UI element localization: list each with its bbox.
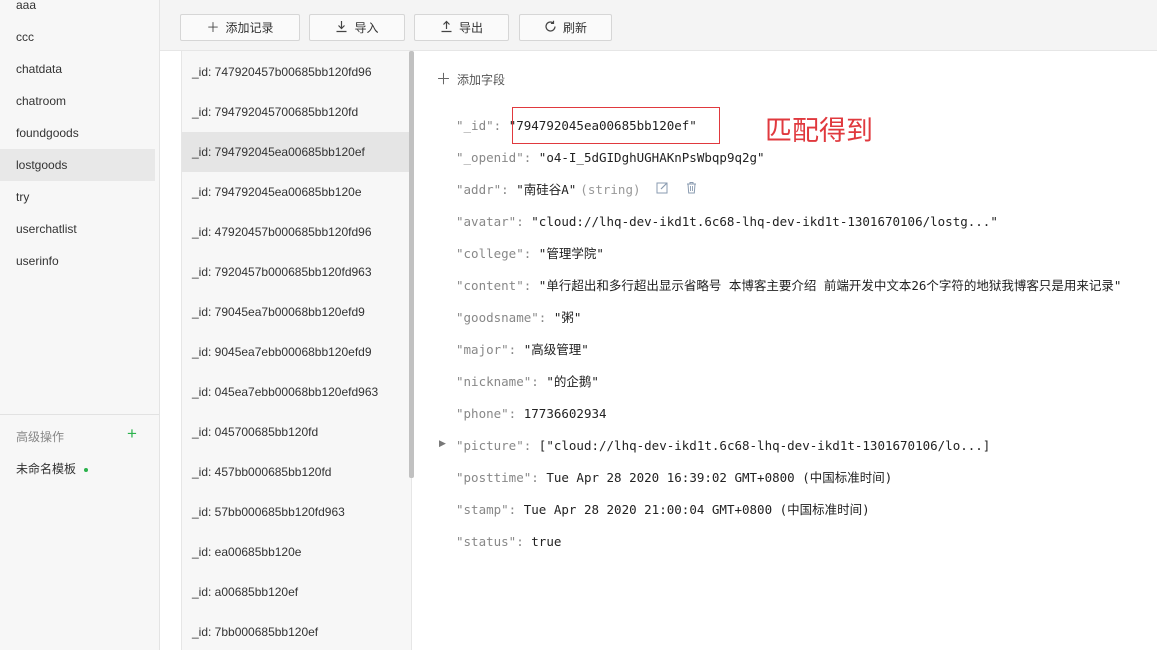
field-content[interactable]: "content": "单行超出和多行超出显示省略号 本博客主要介绍 前端开发中… — [456, 276, 1121, 296]
record-item-selected[interactable]: _id: 794792045ea00685bb120ef — [182, 132, 411, 172]
field-stamp[interactable]: "stamp": Tue Apr 28 2020 21:00:04 GMT+08… — [456, 500, 870, 520]
collection-item-lostgoods[interactable]: lostgoods — [0, 149, 155, 181]
template-status-dot — [84, 467, 89, 472]
field-key: "content": — [456, 278, 532, 293]
field-value: "单行超出和多行超出显示省略号 本博客主要介绍 前端开发中文本26个字符的地狱我… — [538, 278, 1122, 293]
field-key: "phone": — [456, 406, 517, 421]
collection-item-ccc[interactable]: ccc — [0, 21, 155, 53]
export-button[interactable]: 导出 — [414, 14, 509, 41]
collection-item-userinfo[interactable]: userinfo — [0, 245, 155, 277]
plus-icon: ＋ — [206, 20, 220, 35]
refresh-button[interactable]: 刷新 — [519, 14, 612, 41]
record-item[interactable]: _id: 457bb000685bb120fd — [182, 452, 411, 492]
add-record-label: 添加记录 — [225, 21, 274, 35]
field-value: "o4-I_5dGIDghUGHAKnPsWbqp9q2g" — [538, 150, 765, 165]
field-type: (string) — [580, 182, 641, 197]
field-picture[interactable]: "picture": ["cloud://lhq-dev-ikd1t.6c68-… — [456, 436, 990, 456]
add-field-label: 添加字段 — [457, 73, 506, 87]
refresh-label: 刷新 — [562, 21, 587, 35]
import-button[interactable]: 导入 — [309, 14, 405, 41]
field-key: "picture": — [456, 438, 532, 453]
record-item[interactable]: _id: 7920457b000685bb120fd963 — [182, 252, 411, 292]
field-status[interactable]: "status": true — [456, 532, 561, 552]
record-item[interactable]: _id: 9045ea7ebb00068bb120efd9 — [182, 332, 411, 372]
record-item[interactable]: _id: 045700685bb120fd — [182, 412, 411, 452]
add-template-plus-icon[interactable]: + — [127, 425, 137, 443]
field-value: "高级管理" — [523, 342, 589, 357]
field-key: "nickname": — [456, 374, 539, 389]
refresh-icon — [544, 20, 557, 35]
record-item[interactable]: _id: 747920457b00685bb120fd96 — [182, 52, 411, 92]
field-key: "addr": — [456, 182, 509, 197]
upload-icon — [440, 20, 453, 35]
field-key: "major": — [456, 342, 517, 357]
add-field-button[interactable]: ＋ 添加字段 — [436, 71, 505, 88]
collection-item-chatdata[interactable]: chatdata — [0, 53, 155, 85]
field-goodsname[interactable]: "goodsname": "粥" — [456, 308, 581, 328]
collection-item-aaa[interactable]: aaa — [0, 0, 155, 21]
template-label: 未命名模板 — [16, 462, 77, 476]
highlight-box — [512, 107, 720, 144]
field-value: Tue Apr 28 2020 16:39:02 GMT+0800 (中国标准时… — [546, 470, 893, 485]
field-major[interactable]: "major": "高级管理" — [456, 340, 589, 360]
toolbar: ＋ 添加记录 导入 导出 刷新 — [160, 0, 1157, 51]
field-key: "_id": — [456, 118, 502, 133]
field-addr[interactable]: "addr": "南硅谷A" (string) — [456, 180, 698, 200]
field-avatar[interactable]: "avatar": "cloud://lhq-dev-ikd1t.6c68-lh… — [456, 212, 998, 232]
field-value: Tue Apr 28 2020 21:00:04 GMT+0800 (中国标准时… — [523, 502, 870, 517]
caret-right-icon[interactable]: ▶ — [439, 438, 446, 449]
collection-sidebar: aaa ccc chatdata chatroom foundgoods los… — [0, 0, 160, 650]
record-item[interactable]: _id: a00685bb120ef — [182, 572, 411, 612]
field-value: true — [531, 534, 562, 549]
collection-item-userchatlist[interactable]: userchatlist — [0, 213, 155, 245]
field-value: ["cloud://lhq-dev-ikd1t.6c68-lhq-dev-ikd… — [538, 438, 991, 453]
field-key: "goodsname": — [456, 310, 547, 325]
field-key: "avatar": — [456, 214, 524, 229]
add-record-button[interactable]: ＋ 添加记录 — [180, 14, 300, 41]
field-key: "college": — [456, 246, 532, 261]
record-item[interactable]: _id: 045ea7ebb00068bb120efd963 — [182, 372, 411, 412]
record-item[interactable]: _id: ea00685bb120e — [182, 532, 411, 572]
field-college[interactable]: "college": "管理学院" — [456, 244, 604, 264]
field-value: "的企鹅" — [546, 374, 599, 389]
record-item[interactable]: _id: 57bb000685bb120fd963 — [182, 492, 411, 532]
edit-icon[interactable] — [656, 181, 669, 201]
trash-icon[interactable] — [685, 181, 698, 201]
download-icon — [335, 20, 348, 35]
field-key: "stamp": — [456, 502, 517, 517]
record-item[interactable]: _id: 47920457b000685bb120fd96 — [182, 212, 411, 252]
collection-item-try[interactable]: try — [0, 181, 155, 213]
record-item[interactable]: _id: 7bb000685bb120ef — [182, 612, 411, 650]
field-value: "管理学院" — [538, 246, 604, 261]
field-posttime[interactable]: "posttime": Tue Apr 28 2020 16:39:02 GMT… — [456, 468, 892, 488]
import-label: 导入 — [354, 21, 379, 35]
collection-item-foundgoods[interactable]: foundgoods — [0, 117, 155, 149]
field-value: "南硅谷A" — [516, 182, 577, 197]
field-key: "status": — [456, 534, 524, 549]
sidebar-divider — [0, 414, 159, 415]
record-item[interactable]: _id: 79045ea7b00068bb120efd9 — [182, 292, 411, 332]
field-openid[interactable]: "_openid": "o4-I_5dGIDghUGHAKnPsWbqp9q2g… — [456, 148, 765, 168]
template-item[interactable]: 未命名模板 — [16, 460, 89, 477]
field-key: "posttime": — [456, 470, 539, 485]
field-nickname[interactable]: "nickname": "的企鹅" — [456, 372, 599, 392]
field-value: "粥" — [553, 310, 582, 325]
plus-icon: ＋ — [436, 71, 452, 88]
annotation-text: 匹配得到 — [765, 116, 873, 147]
field-value: 17736602934 — [523, 406, 607, 421]
record-list: _id: 747920457b00685bb120fd96 _id: 79479… — [181, 51, 412, 650]
field-value: "cloud://lhq-dev-ikd1t.6c68-lhq-dev-ikd1… — [531, 214, 998, 229]
record-item[interactable]: _id: 794792045ea00685bb120e — [182, 172, 411, 212]
field-phone[interactable]: "phone": 17736602934 — [456, 404, 607, 424]
advanced-operations-title: 高级操作 — [16, 430, 65, 444]
record-item[interactable]: _id: 794792045700685bb120fd — [182, 92, 411, 132]
collection-item-chatroom[interactable]: chatroom — [0, 85, 155, 117]
export-label: 导出 — [458, 21, 483, 35]
field-key: "_openid": — [456, 150, 532, 165]
